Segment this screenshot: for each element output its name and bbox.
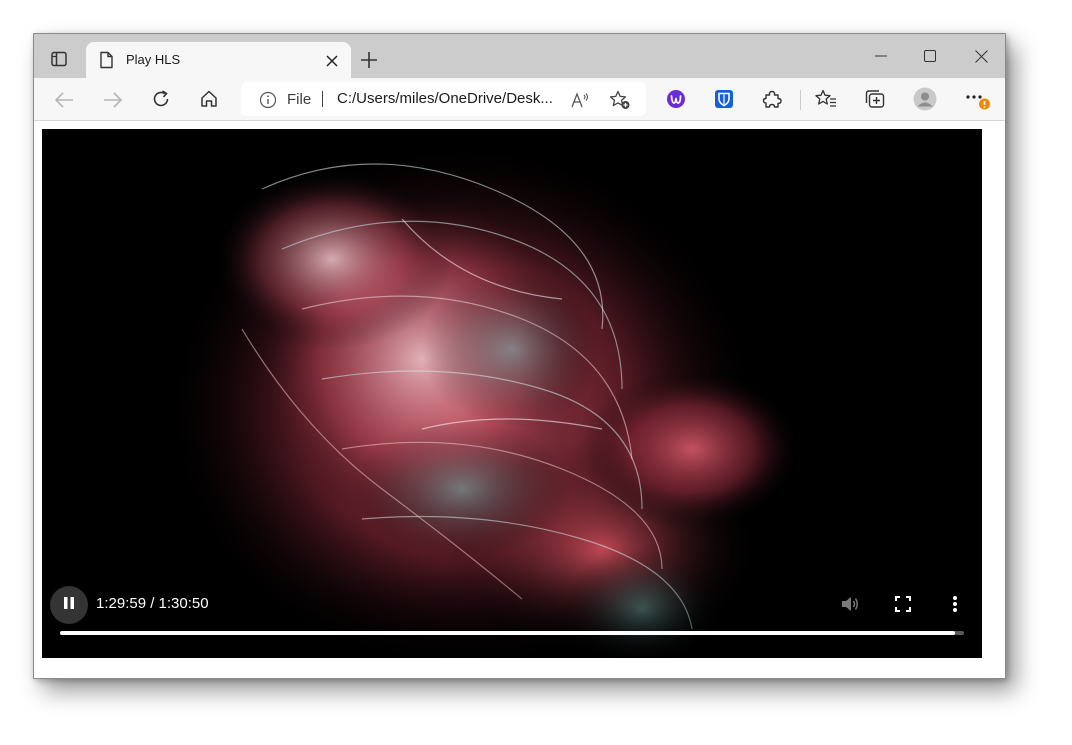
url-text[interactable]: C:/Users/miles/OneDrive/Desk... [337,90,567,107]
progress-fill [60,631,955,635]
bitwarden-icon[interactable] [713,88,735,110]
video-player[interactable]: 1:29:59 / 1:30:50 [42,129,982,658]
minimize-icon[interactable] [868,44,894,68]
mute-button[interactable] [836,592,864,620]
time-display: 1:29:59 / 1:30:50 [96,595,209,612]
toolbar: File C:/Users/miles/OneDrive/Desk... [34,78,1005,121]
file-scheme-label: File [287,91,312,108]
profile-icon[interactable] [912,86,938,112]
window-close-icon[interactable] [968,44,994,68]
read-aloud-icon[interactable] [569,89,591,111]
new-tab-icon[interactable] [358,49,380,71]
extensions-icon[interactable] [761,88,783,110]
volume-icon [840,595,860,618]
more-options-button[interactable] [941,592,969,620]
collections-icon[interactable] [863,88,887,110]
page-content: 1:29:59 / 1:30:50 [34,122,1005,678]
browser-window: Play HLS File C:/Users/miles/OneDrive/De… [33,33,1006,679]
progress-bar[interactable] [60,631,964,635]
maximize-icon[interactable] [917,44,943,68]
more-icon[interactable] [964,88,994,114]
home-icon[interactable] [197,87,221,111]
address-bar[interactable]: File C:/Users/miles/OneDrive/Desk... [241,82,646,116]
back-icon[interactable] [52,88,76,112]
tab-title: Play HLS [126,52,181,67]
info-icon[interactable] [258,90,278,110]
toolbar-divider [800,90,801,110]
extension-purple-icon[interactable] [665,88,687,110]
add-favorite-icon[interactable] [609,89,631,111]
address-separator [322,91,323,107]
more-vertical-icon [952,595,958,618]
fullscreen-button[interactable] [889,592,917,620]
tab-play-hls[interactable]: Play HLS [86,42,351,78]
tab-actions-icon[interactable] [48,48,70,70]
forward-icon[interactable] [101,88,125,112]
close-icon[interactable] [322,51,342,71]
favorites-icon[interactable] [814,88,838,110]
page-icon [96,50,116,70]
fullscreen-icon [895,595,911,617]
tab-strip: Play HLS [34,34,1005,78]
pause-button[interactable] [50,586,88,624]
refresh-icon[interactable] [149,87,173,111]
pause-icon [62,596,76,615]
